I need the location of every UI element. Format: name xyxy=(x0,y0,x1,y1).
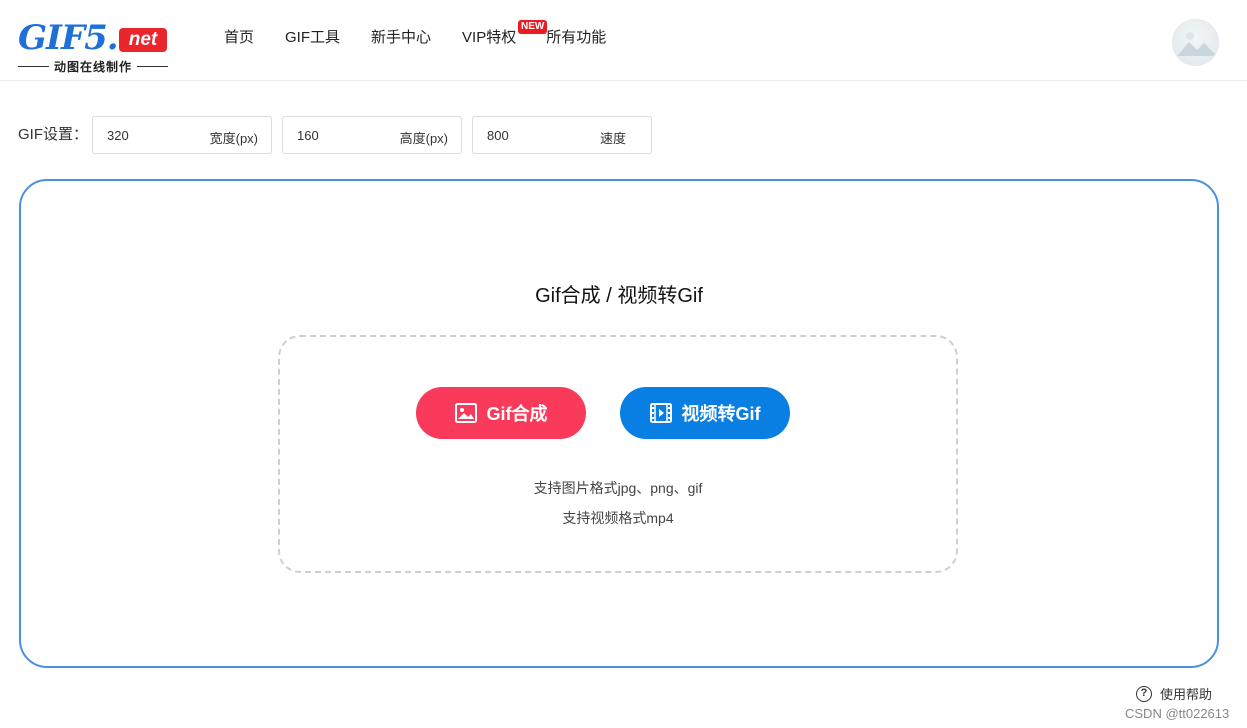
height-field[interactable]: 高度(px) xyxy=(282,116,462,154)
site-logo[interactable]: GIF5. net 动图在线制作 xyxy=(18,18,170,76)
main-nav: 首页 GIF工具 新手中心 VIP特权 NEW 所有功能 xyxy=(224,20,637,48)
help-label: 使用帮助 xyxy=(1160,687,1213,702)
speed-field[interactable]: 速度 xyxy=(472,116,652,154)
logo-subtitle: 动图在线制作 xyxy=(18,58,169,75)
upload-panel: Gif合成 / 视频转Gif Gif合成 视频转Gif 支持图片格式jpg、pn… xyxy=(19,179,1219,668)
watermark: CSDN @tt022613 xyxy=(1125,706,1230,721)
nav-vip-label: VIP特权 xyxy=(462,29,517,46)
user-avatar[interactable] xyxy=(1172,19,1219,66)
panel-title: Gif合成 / 视频转Gif xyxy=(535,285,703,307)
video-to-gif-label: 视频转Gif xyxy=(681,404,761,424)
gif-compose-label: Gif合成 xyxy=(486,404,548,424)
speed-unit: 速度 xyxy=(599,131,626,146)
nav-vip[interactable]: VIP特权 NEW xyxy=(462,20,548,48)
nav-beginner-center[interactable]: 新手中心 xyxy=(371,28,431,48)
help-link[interactable]: ? 使用帮助 xyxy=(1136,684,1212,703)
drop-zone[interactable]: Gif合成 视频转Gif 支持图片格式jpg、png、gif 支持视频格式mp4 xyxy=(278,335,958,573)
question-circle-icon: ? xyxy=(1136,685,1152,702)
height-unit: 高度(px) xyxy=(399,131,448,146)
new-badge: NEW xyxy=(518,20,548,34)
video-format-hint: 支持视频格式mp4 xyxy=(562,510,674,526)
speed-input[interactable] xyxy=(487,127,567,143)
nav-all-features[interactable]: 所有功能 xyxy=(546,28,606,48)
video-film-icon xyxy=(649,403,672,423)
gif-settings: GIF设置： 宽度(px) 高度(px) 速度 xyxy=(18,116,662,154)
video-to-gif-button[interactable]: 视频转Gif xyxy=(620,387,790,439)
logo-text: GIF5. xyxy=(18,18,119,58)
width-input[interactable] xyxy=(107,127,187,143)
avatar-landscape-icon xyxy=(1177,32,1217,56)
top-header: GIF5. net 动图在线制作 首页 GIF工具 新手中心 VIP特权 NEW… xyxy=(0,0,1247,81)
image-format-hint: 支持图片格式jpg、png、gif xyxy=(533,480,703,496)
width-field[interactable]: 宽度(px) xyxy=(92,116,272,154)
width-unit: 宽度(px) xyxy=(209,131,258,146)
image-icon xyxy=(454,403,477,423)
logo-subtitle-text: 动图在线制作 xyxy=(54,60,133,74)
height-input[interactable] xyxy=(297,127,377,143)
logo-net-badge: net xyxy=(119,28,167,52)
gif-compose-button[interactable]: Gif合成 xyxy=(416,387,586,439)
nav-gif-tools[interactable]: GIF工具 xyxy=(285,28,340,48)
settings-label: GIF设置： xyxy=(18,126,88,143)
nav-home[interactable]: 首页 xyxy=(224,28,254,48)
